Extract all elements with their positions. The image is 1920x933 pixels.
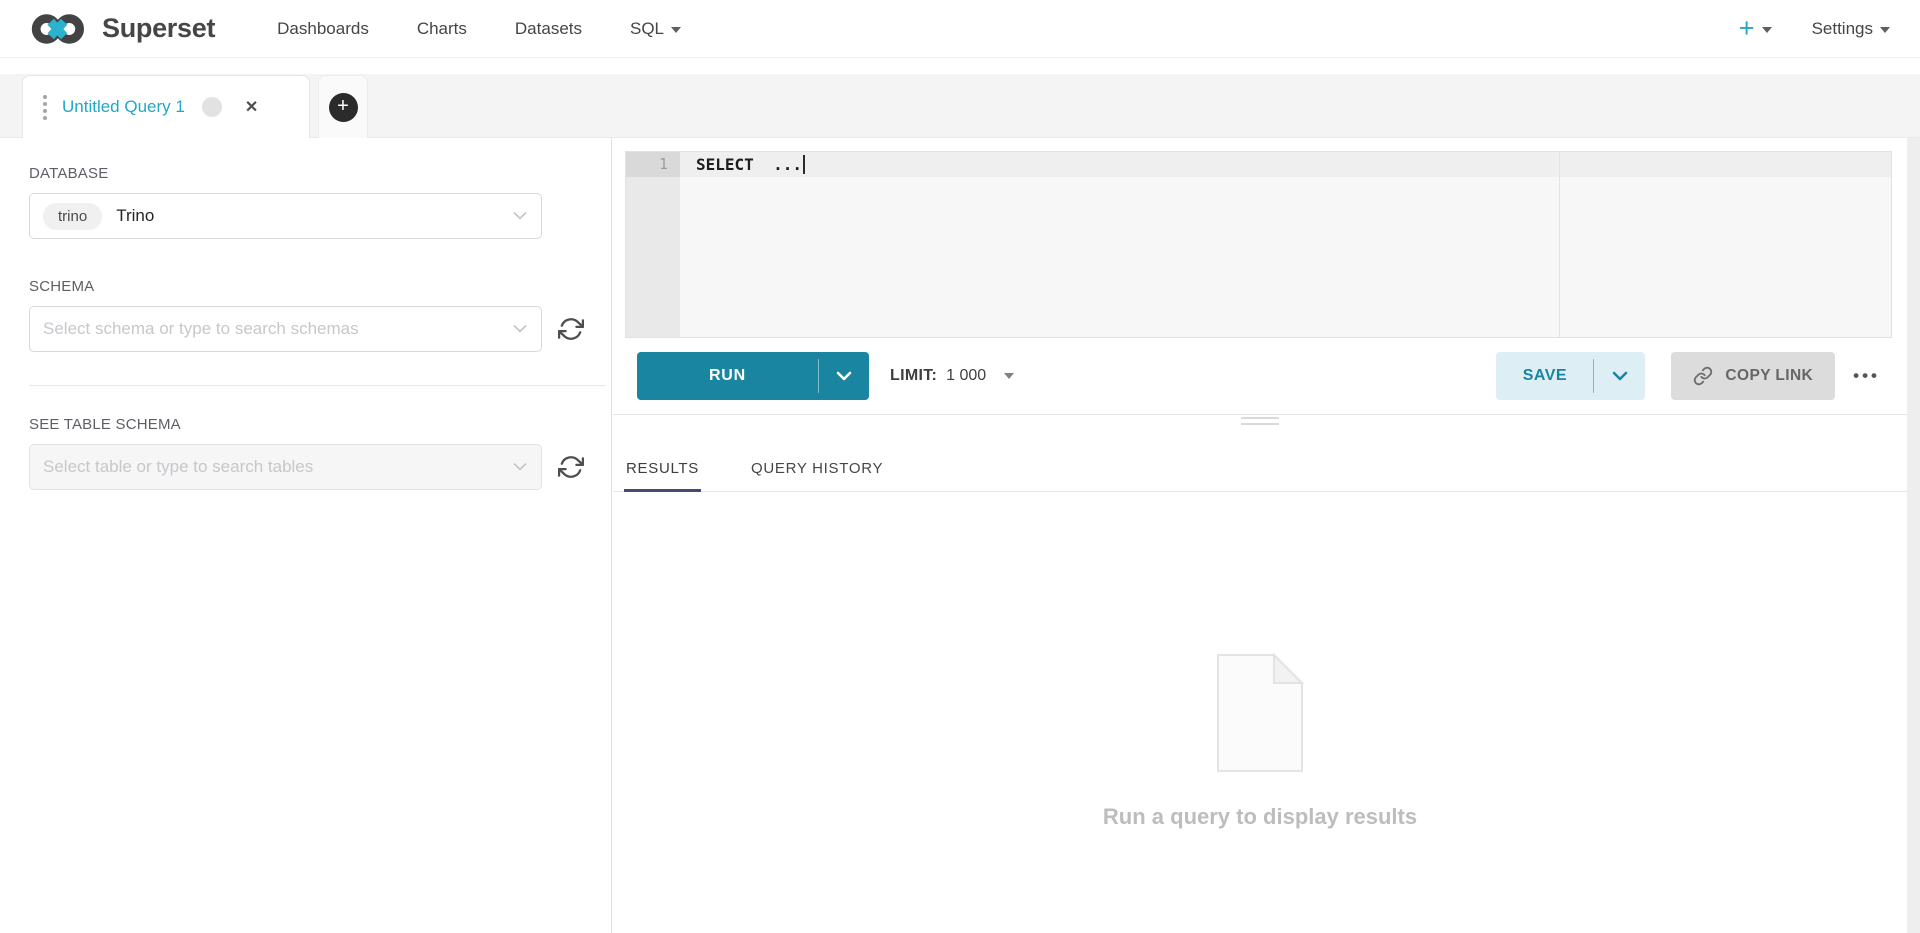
nav-datasets[interactable]: Datasets bbox=[491, 19, 606, 39]
chevron-down-icon bbox=[836, 371, 852, 381]
brand-name: Superset bbox=[102, 13, 215, 44]
close-icon[interactable]: ✕ bbox=[245, 97, 258, 117]
database-select[interactable]: trino Trino bbox=[29, 193, 542, 239]
sqllab-sidebar: DATABASE trino Trino SCHEMA Select schem… bbox=[0, 138, 612, 933]
run-split-button: RUN bbox=[637, 352, 869, 400]
chevron-down-icon bbox=[1762, 27, 1772, 33]
new-dropdown-button[interactable]: + bbox=[1739, 15, 1772, 42]
table-select[interactable]: Select table or type to search tables bbox=[29, 444, 542, 490]
run-options-button[interactable] bbox=[819, 352, 869, 400]
run-button[interactable]: RUN bbox=[637, 352, 818, 400]
tab-title: Untitled Query 1 bbox=[62, 97, 185, 117]
more-options-icon[interactable]: ••• bbox=[1853, 366, 1880, 386]
limit-label: LIMIT: bbox=[890, 367, 937, 385]
refresh-schemas-button[interactable] bbox=[558, 316, 584, 342]
schema-select[interactable]: Select schema or type to search schemas bbox=[29, 306, 542, 352]
save-split-button: SAVE bbox=[1496, 352, 1645, 400]
editor-gutter: 1 bbox=[626, 152, 680, 337]
chevron-down-icon bbox=[513, 212, 527, 221]
drag-handle-icon[interactable] bbox=[41, 91, 49, 124]
limit-value: 1 000 bbox=[946, 367, 986, 385]
sql-editor[interactable]: 1 SELECT ... bbox=[625, 151, 1892, 338]
editor-active-line bbox=[680, 152, 1891, 177]
database-type-badge: trino bbox=[43, 203, 102, 230]
navbar-right: + Settings bbox=[1739, 15, 1890, 42]
settings-menu[interactable]: Settings bbox=[1812, 19, 1890, 39]
sidebar-divider bbox=[29, 385, 605, 386]
navbar: Superset Dashboards Charts Datasets SQL … bbox=[0, 0, 1920, 58]
editor-code-line: SELECT ... bbox=[696, 152, 805, 177]
chevron-down-icon bbox=[513, 325, 527, 334]
superset-logo[interactable]: Superset bbox=[30, 12, 215, 46]
query-tab-bar: Untitled Query 1 ✕ + bbox=[0, 74, 1920, 138]
table-placeholder: Select table or type to search tables bbox=[43, 457, 313, 477]
sqllab-main: 1 SELECT ... RUN LIMIT: 1 00 bbox=[613, 138, 1920, 933]
text-cursor bbox=[803, 155, 805, 174]
nav-dashboards[interactable]: Dashboards bbox=[253, 19, 393, 39]
schema-placeholder: Select schema or type to search schemas bbox=[43, 319, 359, 339]
tab-untitled-query[interactable]: Untitled Query 1 ✕ bbox=[22, 75, 310, 138]
main-nav: Dashboards Charts Datasets SQL bbox=[253, 19, 705, 39]
refresh-tables-button[interactable] bbox=[558, 454, 584, 480]
nav-charts[interactable]: Charts bbox=[393, 19, 491, 39]
nav-sql-menu[interactable]: SQL bbox=[606, 19, 705, 39]
table-schema-label: SEE TABLE SCHEMA bbox=[29, 416, 611, 433]
results-tab-bar: RESULTS QUERY HISTORY bbox=[613, 445, 1907, 492]
copy-link-label: COPY LINK bbox=[1725, 367, 1813, 385]
save-options-button[interactable] bbox=[1594, 352, 1645, 400]
refresh-icon bbox=[558, 316, 584, 342]
tab-results[interactable]: RESULTS bbox=[624, 445, 701, 491]
empty-state-message: Run a query to display results bbox=[1103, 804, 1417, 830]
link-icon bbox=[1693, 366, 1713, 386]
database-value: Trino bbox=[116, 206, 154, 226]
plus-icon: + bbox=[329, 93, 358, 122]
document-icon bbox=[1212, 652, 1308, 774]
chevron-down-icon bbox=[513, 463, 527, 472]
editor-print-margin bbox=[1559, 152, 1560, 337]
pane-resize-handle[interactable] bbox=[613, 417, 1907, 425]
results-empty-state: Run a query to display results bbox=[613, 492, 1907, 933]
save-button[interactable]: SAVE bbox=[1496, 352, 1593, 400]
new-query-tab-button[interactable]: + bbox=[318, 75, 368, 138]
chevron-down-icon bbox=[671, 27, 681, 33]
query-status-dot bbox=[202, 97, 222, 117]
editor-toolbar: RUN LIMIT: 1 000 SAVE bbox=[613, 338, 1920, 415]
refresh-icon bbox=[558, 454, 584, 480]
copy-link-button[interactable]: COPY LINK bbox=[1671, 352, 1835, 400]
sql-lab-page: Superset Dashboards Charts Datasets SQL … bbox=[0, 0, 1920, 933]
line-number: 1 bbox=[626, 152, 680, 177]
superset-infinity-icon bbox=[30, 12, 92, 46]
schema-label: SCHEMA bbox=[29, 278, 611, 295]
limit-dropdown[interactable]: LIMIT: 1 000 bbox=[890, 367, 1014, 385]
chevron-down-icon bbox=[1612, 371, 1628, 381]
database-label: DATABASE bbox=[29, 165, 611, 182]
plus-icon: + bbox=[1739, 15, 1755, 42]
chevron-down-icon bbox=[1880, 27, 1890, 33]
editor-code-text: SELECT ... bbox=[696, 152, 802, 177]
scrollbar[interactable] bbox=[1907, 138, 1920, 933]
chevron-down-icon bbox=[1004, 373, 1014, 379]
tab-query-history[interactable]: QUERY HISTORY bbox=[749, 445, 885, 491]
